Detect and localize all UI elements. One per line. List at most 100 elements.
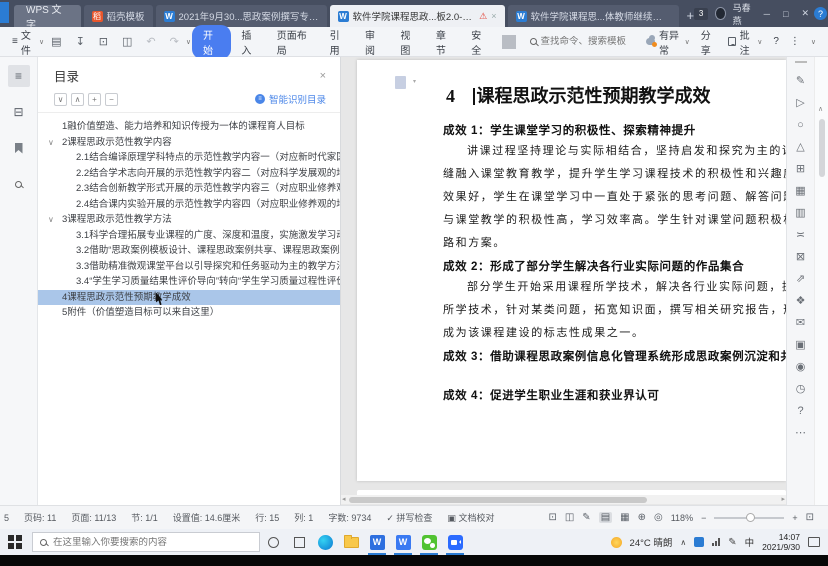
meeting-taskbar-button[interactable] bbox=[442, 529, 468, 555]
zoom-out-icon[interactable]: − bbox=[701, 513, 706, 523]
ribbon-tab-security[interactable]: 安全 bbox=[463, 25, 496, 59]
wps-office-taskbar-button[interactable]: W bbox=[364, 529, 390, 555]
zoom-out-outline-button[interactable]: − bbox=[105, 93, 118, 106]
toc-item[interactable]: 2.3结合创新教学形式开展的示范性教学内容三（对应职业修养观的培养目标——... bbox=[38, 181, 340, 197]
scroll-up-icon[interactable]: ∧ bbox=[818, 105, 823, 113]
zoom-slider[interactable] bbox=[714, 517, 784, 519]
two-page-view-button[interactable]: ◫ bbox=[565, 512, 574, 523]
cloud-sync-status[interactable]: 有异常 ∨ bbox=[646, 27, 690, 57]
print-button[interactable]: ⊡ bbox=[92, 35, 115, 48]
redo-button[interactable]: ↷ bbox=[163, 35, 186, 48]
expand-all-button[interactable]: ∨ bbox=[54, 93, 67, 106]
picture-icon[interactable]: ▣ bbox=[795, 340, 805, 351]
spellcheck-button[interactable]: ✓ 拼写检查 bbox=[386, 511, 432, 524]
outline-view-button[interactable]: ▦ bbox=[620, 512, 629, 523]
toc-item[interactable]: 2.4结合课内实验开展的示范性教学内容四（对应职业修养观的培养目标——解决... bbox=[38, 197, 340, 213]
toc-item[interactable]: 3.2借助“思政案例模板设计、课程思政案例共享、课程思政案例示范”理念，自... bbox=[38, 243, 340, 259]
plugin-icon[interactable]: ❖ bbox=[796, 296, 806, 307]
edge-taskbar-button[interactable] bbox=[312, 529, 338, 555]
cloud-drive-tray-icon[interactable] bbox=[694, 537, 704, 547]
collapse-all-button[interactable]: ∧ bbox=[71, 93, 84, 106]
toc-item[interactable]: 5附件（价值塑造目标可以来自这里） bbox=[38, 305, 340, 321]
ribbon-tab-insert[interactable]: 插入 bbox=[233, 25, 266, 59]
more-icon[interactable]: ⋯ bbox=[795, 428, 806, 439]
word-count-label[interactable]: 字数: 9734 bbox=[328, 511, 371, 524]
pen-icon[interactable]: ✎ bbox=[796, 76, 805, 87]
help-floating-button[interactable]: ? bbox=[814, 7, 827, 20]
chart-icon[interactable]: ▥ bbox=[795, 208, 805, 219]
wps-writer-taskbar-button[interactable]: W bbox=[390, 529, 416, 555]
vertical-scroll-thumb[interactable] bbox=[819, 119, 825, 177]
proofread-button[interactable]: ▣ 文档校对 bbox=[447, 511, 494, 524]
toc-item[interactable]: 3.4“学生学习质量结果性评价导向”转向“学生学习质量过程性评价导向”的教... bbox=[38, 274, 340, 290]
share-button[interactable]: 分享 bbox=[701, 27, 717, 57]
close-tab-icon[interactable]: × bbox=[491, 11, 496, 21]
comments-pane-button[interactable]: ⊟ bbox=[8, 101, 30, 123]
zoom-in-icon[interactable]: + bbox=[792, 513, 797, 523]
command-search[interactable] bbox=[530, 36, 646, 47]
ime-indicator[interactable]: 中 bbox=[745, 535, 755, 549]
apps-icon[interactable]: ◉ bbox=[796, 362, 806, 373]
close-toc-icon[interactable]: × bbox=[320, 70, 326, 82]
export-pdf-button[interactable]: ↧ bbox=[69, 35, 92, 48]
command-search-input[interactable] bbox=[541, 36, 646, 47]
adjust-icon[interactable]: ≍ bbox=[796, 230, 805, 241]
ribbon-tab-review[interactable]: 审阅 bbox=[357, 25, 390, 59]
toc-item-selected[interactable]: 4课程思政示范性预期教学成效 bbox=[38, 290, 340, 306]
wechat-taskbar-button[interactable] bbox=[416, 529, 442, 555]
share-icon[interactable]: ⇗ bbox=[796, 274, 805, 285]
taskbar-search-input[interactable] bbox=[53, 537, 233, 548]
toc-item[interactable]: 2.1结合编译原理学科特点的示范性教学内容一（对应新时代家国观的培养目标） bbox=[38, 150, 340, 166]
heading-collapse-icon[interactable] bbox=[395, 76, 406, 89]
page-count-label[interactable]: 页面: 11/13 bbox=[71, 511, 116, 524]
tab-document-3[interactable]: W 软件学院课程思...体教师继续完善 bbox=[508, 5, 679, 27]
comment-button[interactable]: 批注 ∨ bbox=[728, 27, 763, 57]
hidden-icons-chevron[interactable]: ∧ bbox=[680, 538, 686, 547]
horizontal-scrollbar[interactable]: ◂ ▸ bbox=[341, 495, 786, 504]
chevron-down-icon[interactable]: ∨ bbox=[48, 212, 54, 228]
bookmark-pane-button[interactable] bbox=[8, 137, 30, 159]
network-icon[interactable] bbox=[712, 538, 720, 546]
taskbar-search[interactable] bbox=[32, 532, 260, 552]
maximize-button[interactable]: □ bbox=[780, 9, 791, 19]
explorer-taskbar-button[interactable] bbox=[338, 529, 364, 555]
select-icon[interactable]: ▷ bbox=[796, 98, 804, 109]
chevron-down-icon[interactable]: ∨ bbox=[48, 135, 54, 151]
print-preview-button[interactable]: ◫ bbox=[115, 35, 139, 48]
undo-button[interactable]: ↶ bbox=[139, 35, 162, 48]
avatar[interactable] bbox=[715, 7, 726, 20]
wps-app-button[interactable]: WPS 文字 bbox=[14, 5, 81, 27]
toc-item[interactable]: 3.1科学合理拓展专业课程的广度、深度和温度，实施激发学习动机的教学方法 bbox=[38, 228, 340, 244]
toc-item[interactable]: 1融价值塑造、能力培养和知识传授为一体的课程育人目标 bbox=[38, 119, 340, 135]
section-label[interactable]: 节: 1/1 bbox=[131, 511, 158, 524]
table-icon[interactable]: ⊞ bbox=[796, 164, 805, 175]
document-page[interactable]: 4课程思政示范性预期教学成效 成效 1：学生课堂学习的积极性、探索精神提升 讲课… bbox=[357, 60, 786, 481]
smart-toc-button[interactable]: ≡ 智能识别目录 bbox=[255, 92, 326, 106]
quickbar-more-icon[interactable]: ∨ bbox=[186, 38, 191, 46]
toc-item[interactable]: ∨3课程思政示范性教学方法 bbox=[38, 212, 340, 228]
scroll-right-icon[interactable]: ▸ bbox=[781, 495, 785, 504]
full-screen-view-button[interactable]: ⊡ bbox=[548, 512, 556, 523]
toc-item[interactable]: 3.3借助精准微观课堂平台以引导探究和任务驱动为主的教学方法持续推进情况 bbox=[38, 259, 340, 275]
toc-item[interactable]: 2.2结合学术志向开展的示范性教学内容二（对应科学发展观的培养目标） bbox=[38, 166, 340, 182]
new-tab-button[interactable]: + bbox=[687, 8, 695, 23]
vertical-scrollbar[interactable]: ∧ bbox=[814, 57, 828, 505]
fit-page-icon[interactable]: ⊡ bbox=[806, 512, 814, 523]
ribbon-tab-section[interactable]: 章节 bbox=[428, 25, 461, 59]
zoom-slider-knob[interactable] bbox=[746, 513, 755, 522]
find-pane-button[interactable] bbox=[8, 173, 30, 195]
task-view-button[interactable] bbox=[286, 529, 312, 555]
envelope-icon[interactable]: ✉ bbox=[796, 318, 805, 329]
collapse-ribbon-icon[interactable]: ∨ bbox=[811, 38, 816, 46]
help-icon[interactable]: ? bbox=[797, 406, 803, 417]
outline-pane-button[interactable]: ≡ bbox=[8, 65, 30, 87]
more-options-icon[interactable]: ⋮ bbox=[790, 36, 800, 47]
zoom-level-label[interactable]: 118% bbox=[671, 513, 693, 523]
page-number-label[interactable]: 页码: 11 bbox=[24, 511, 56, 524]
history-icon[interactable]: ◷ bbox=[796, 384, 806, 395]
ribbon-tab-home[interactable]: 开始 bbox=[192, 25, 231, 59]
ribbon-tab-references[interactable]: 引用 bbox=[322, 25, 355, 59]
drag-handle-icon[interactable] bbox=[795, 61, 807, 63]
shapes-icon[interactable]: ○ bbox=[797, 120, 804, 131]
tab-docer-templates[interactable]: 稻 稻壳模板 bbox=[84, 5, 153, 27]
